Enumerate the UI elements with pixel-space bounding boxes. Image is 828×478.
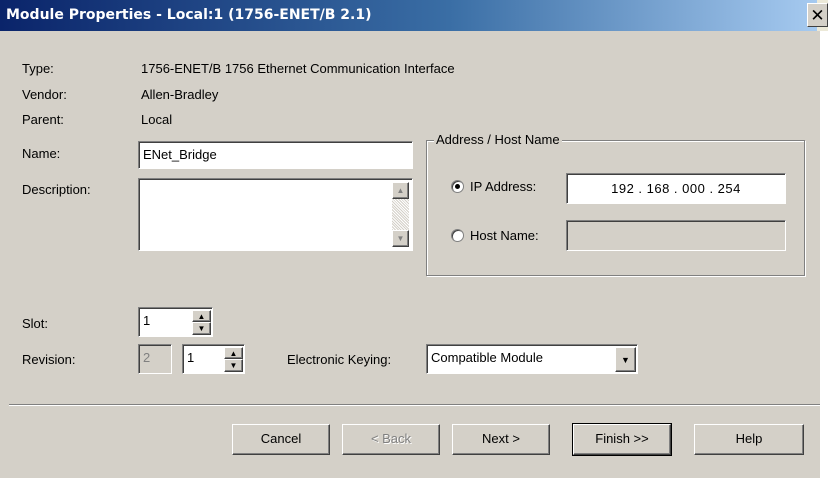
close-icon: ✕ — [810, 6, 825, 25]
close-button[interactable]: ✕ — [807, 3, 828, 27]
slot-spin-down[interactable]: ▼ — [192, 322, 211, 335]
chevron-down-icon: ▼ — [621, 355, 630, 365]
name-label: Name: — [22, 146, 61, 161]
address-group-label: Address / Host Name — [434, 132, 562, 148]
revision-label: Revision: — [22, 352, 76, 367]
spin-up-arrow-icon: ▲ — [197, 312, 206, 321]
revision-major-value: 2 — [143, 350, 151, 365]
electronic-keying-select[interactable]: Compatible Module — [426, 344, 638, 374]
slot-label: Slot: — [22, 316, 49, 331]
ip-address-input[interactable]: 192 . 168 . 000 . 254 — [566, 173, 786, 204]
ip-address-radio[interactable] — [451, 180, 464, 193]
scroll-up-button[interactable]: ▲ — [392, 182, 409, 199]
description-label: Description: — [22, 182, 91, 197]
help-button[interactable]: Help — [694, 424, 804, 455]
window-title: Module Properties - Local:1 (1756-ENET/B… — [6, 7, 372, 23]
type-label: Type: — [22, 61, 54, 76]
window-right-edge — [820, 31, 828, 478]
description-textarea[interactable] — [138, 178, 413, 251]
name-input[interactable]: ENet_Bridge — [138, 141, 413, 169]
cancel-button[interactable]: Cancel — [232, 424, 330, 455]
radio-selected-dot — [455, 184, 460, 189]
vendor-value: Allen-Bradley — [141, 87, 219, 102]
finish-button[interactable]: Finish >> — [572, 423, 672, 456]
slot-spin-up[interactable]: ▲ — [192, 310, 211, 322]
host-name-label[interactable]: Host Name: — [470, 228, 539, 244]
back-button[interactable]: < Back — [342, 424, 440, 455]
electronic-keying-value: Compatible Module — [431, 350, 544, 365]
spin-down-arrow-icon: ▼ — [229, 361, 238, 370]
spin-up-arrow-icon: ▲ — [229, 349, 238, 358]
separator-highlight — [9, 405, 820, 406]
ip-address-value: 192 . 168 . 000 . 254 — [611, 181, 741, 196]
spin-down-arrow-icon: ▼ — [197, 324, 206, 333]
revision-spin-down[interactable]: ▼ — [224, 359, 243, 372]
revision-spin-up[interactable]: ▲ — [224, 347, 243, 359]
scroll-down-button[interactable]: ▼ — [392, 230, 409, 247]
parent-label: Parent: — [22, 112, 64, 127]
parent-value: Local — [141, 112, 173, 127]
ip-address-label[interactable]: IP Address: — [470, 179, 536, 195]
address-group-box — [426, 140, 805, 276]
scroll-down-arrow-icon: ▼ — [396, 234, 405, 243]
type-value: 1756-ENET/B 1756 Ethernet Communication … — [141, 61, 455, 76]
electronic-keying-label: Electronic Keying: — [287, 352, 392, 367]
host-name-input[interactable] — [566, 220, 786, 251]
scroll-up-arrow-icon: ▲ — [396, 186, 405, 195]
revision-major-field: 2 — [138, 344, 172, 374]
keying-dropdown-button[interactable]: ▼ — [615, 347, 636, 372]
name-input-value: ENet_Bridge — [143, 147, 217, 162]
host-name-radio[interactable] — [451, 229, 464, 242]
vendor-label: Vendor: — [22, 87, 67, 102]
next-button[interactable]: Next > — [452, 424, 550, 455]
